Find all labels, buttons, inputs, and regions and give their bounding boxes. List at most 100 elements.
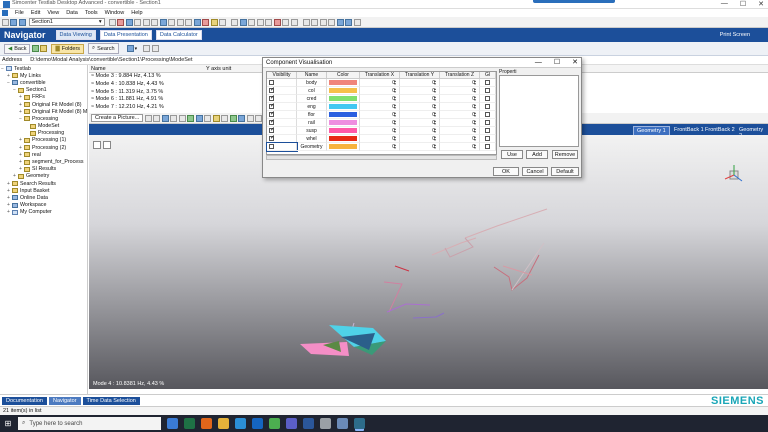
color-cell[interactable]	[327, 103, 360, 111]
tree-node[interactable]: ModeSet	[0, 123, 87, 130]
visibility-checkbox[interactable]	[269, 118, 275, 126]
paste-icon[interactable]	[142, 18, 150, 26]
undo-icon[interactable]	[210, 18, 218, 26]
color-cell[interactable]	[327, 119, 360, 127]
filter-icon[interactable]	[143, 45, 151, 52]
maximize-button[interactable]: ☐	[740, 0, 746, 8]
component-row[interactable]: rail000	[267, 118, 496, 127]
color-cell[interactable]	[327, 143, 360, 151]
translation-spinner[interactable]: 0	[440, 95, 480, 103]
visibility-checkbox[interactable]	[269, 102, 275, 110]
gl-checkbox[interactable]	[485, 144, 490, 149]
tree-node[interactable]: + FRFs	[0, 94, 87, 101]
delete-icon[interactable]	[117, 18, 125, 26]
visibility-checkbox[interactable]	[269, 144, 274, 149]
gl-cell[interactable]	[480, 95, 496, 103]
word-icon[interactable]	[303, 418, 314, 429]
save-icon[interactable]	[18, 18, 26, 26]
menu-file[interactable]: File	[15, 10, 24, 16]
minimize-button[interactable]: —	[721, 0, 728, 8]
gl-cell[interactable]	[480, 103, 496, 111]
menu-help[interactable]: Help	[131, 10, 142, 16]
forward-icon[interactable]	[31, 45, 39, 52]
menu-edit[interactable]: Edit	[31, 10, 40, 16]
chrome-icon[interactable]	[269, 418, 280, 429]
refresh-icon[interactable]	[151, 45, 159, 52]
grid-header[interactable]: Name	[297, 72, 327, 79]
move-icon[interactable]	[290, 18, 298, 26]
tree-node[interactable]: + Original Fit Model (8)	[0, 101, 87, 108]
tree-node[interactable]: + segment_for_Process	[0, 158, 87, 165]
translation-spinner[interactable]: 0	[400, 95, 440, 103]
text-icon[interactable]	[265, 18, 273, 26]
tab-frontback-2[interactable]: FrontBack 2	[702, 126, 738, 134]
translation-spinner[interactable]: 0	[440, 127, 480, 135]
grid-horizontal-scrollbar[interactable]	[266, 155, 497, 160]
start-icon[interactable]	[167, 418, 178, 429]
translation-spinner[interactable]: 0	[440, 143, 480, 151]
gl-cell[interactable]	[480, 119, 496, 127]
tree-node[interactable]: + Geometry	[0, 173, 87, 180]
cursor-icon[interactable]	[231, 18, 239, 26]
translation-spinner[interactable]: 0	[400, 103, 440, 111]
copy-icon[interactable]	[108, 18, 116, 26]
translation-spinner[interactable]: 0	[440, 103, 480, 111]
excel-icon[interactable]	[184, 418, 195, 429]
color-cell[interactable]	[327, 127, 360, 135]
remove-button[interactable]: Remove	[552, 150, 578, 159]
menu-view[interactable]: View	[47, 10, 59, 16]
up-folder-icon[interactable]	[40, 45, 48, 52]
gl-cell[interactable]	[480, 79, 496, 87]
pin-icon[interactable]	[353, 18, 361, 26]
translation-spinner[interactable]: 0	[400, 127, 440, 135]
translation-spinner[interactable]: 0	[400, 111, 440, 119]
layout-1-icon[interactable]	[336, 18, 344, 26]
display-tool-icon[interactable]	[195, 114, 203, 122]
translation-spinner[interactable]: 0	[400, 135, 440, 143]
translation-spinner[interactable]: 0	[440, 119, 480, 127]
visibility-cell[interactable]	[267, 134, 297, 143]
component-row[interactable]: Geometry000	[266, 142, 496, 152]
zoom-icon[interactable]	[319, 18, 327, 26]
translation-spinner[interactable]: 0	[440, 79, 480, 87]
grid-header[interactable]: Color	[327, 72, 360, 79]
display-tool-icon[interactable]	[212, 114, 220, 122]
views-dropdown-icon[interactable]: ▾	[135, 46, 138, 52]
grid-header[interactable]: Translation X	[360, 72, 400, 79]
gl-checkbox[interactable]	[485, 104, 490, 109]
display-tool-icon[interactable]	[144, 114, 152, 122]
pan-icon[interactable]	[328, 18, 336, 26]
snip-icon[interactable]	[320, 418, 331, 429]
color-cell[interactable]	[327, 111, 360, 119]
properties-icon[interactable]	[151, 18, 159, 26]
scale-icon[interactable]	[239, 18, 247, 26]
display-tool-icon[interactable]	[246, 114, 254, 122]
tab-navigator[interactable]: Navigator	[49, 396, 81, 405]
menu-window[interactable]: Window	[105, 10, 125, 16]
dialog-maximize-button[interactable]: ☐	[554, 58, 560, 68]
tab-data-calculator[interactable]: Data Calculator	[155, 30, 202, 40]
layout-2-icon[interactable]	[345, 18, 353, 26]
tree-node[interactable]: + Search Results	[0, 180, 87, 187]
component-row[interactable]: body000	[267, 79, 496, 87]
tree-node[interactable]: Processing	[0, 130, 87, 137]
views-icon[interactable]	[126, 45, 134, 52]
translation-spinner[interactable]: 0	[360, 127, 400, 135]
tree-node[interactable]: + Workspace	[0, 202, 87, 209]
tree-node[interactable]: − convertible	[0, 79, 87, 86]
grid-icon[interactable]	[168, 18, 176, 26]
gl-cell[interactable]	[480, 143, 496, 151]
open-icon[interactable]	[10, 18, 17, 26]
translation-spinner[interactable]: 0	[360, 87, 400, 95]
back-button[interactable]: ◀ Back	[4, 43, 31, 54]
tree-node[interactable]: + My Links	[0, 72, 87, 79]
gl-checkbox[interactable]	[485, 80, 490, 85]
gl-checkbox[interactable]	[485, 88, 490, 93]
translation-spinner[interactable]: 0	[440, 111, 480, 119]
gl-cell[interactable]	[480, 127, 496, 135]
column-name[interactable]: Name	[91, 66, 106, 72]
close-button[interactable]: ✕	[758, 0, 764, 8]
bar-icon[interactable]	[256, 18, 264, 26]
color-cell[interactable]	[327, 79, 360, 87]
gl-checkbox[interactable]	[485, 136, 490, 141]
